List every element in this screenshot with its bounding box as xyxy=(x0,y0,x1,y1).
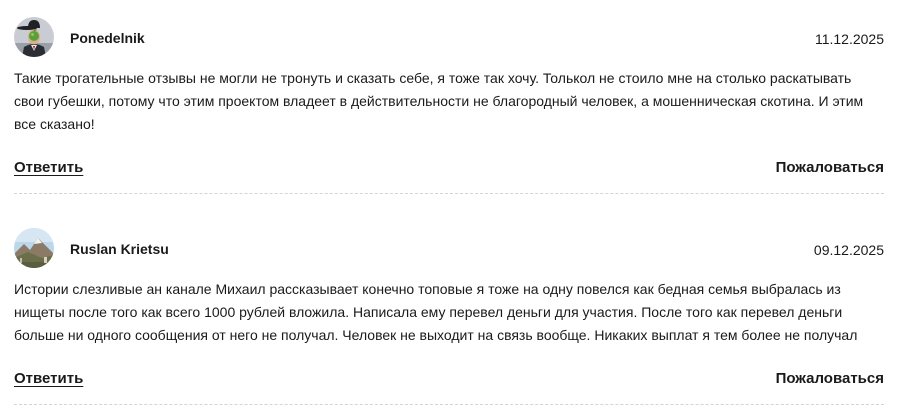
divider xyxy=(14,193,884,194)
avatar xyxy=(14,228,54,268)
comment-item: Ruslan Krietsu 09.12.2025 Истории слезли… xyxy=(14,228,884,405)
comment-actions: Ответить Пожаловаться xyxy=(14,159,884,181)
reply-button[interactable]: Ответить xyxy=(14,159,83,176)
comment-author: Ponedelnik xyxy=(70,30,145,46)
comment-date: 09.12.2025 xyxy=(813,242,884,258)
man-bowler-hat-icon xyxy=(14,17,54,57)
landscape-photo-icon xyxy=(14,228,54,268)
comment-header: Ponedelnik 11.12.2025 xyxy=(14,17,884,59)
report-button[interactable]: Пожаловаться xyxy=(776,370,884,387)
report-button[interactable]: Пожаловаться xyxy=(776,159,884,176)
comment-text: Такие трогательные отзывы не могли не тр… xyxy=(14,70,864,132)
divider xyxy=(14,404,884,405)
comment-date: 11.12.2025 xyxy=(814,31,884,47)
comment-item: Ponedelnik 11.12.2025 Такие трогательные… xyxy=(14,17,884,194)
reply-button[interactable]: Ответить xyxy=(14,370,83,387)
comment-actions: Ответить Пожаловаться xyxy=(14,370,884,392)
comment-author: Ruslan Krietsu xyxy=(70,241,169,257)
comments-list: Ponedelnik 11.12.2025 Такие трогательные… xyxy=(0,0,898,412)
avatar xyxy=(14,17,54,57)
comment-text: Истории слезливые ан канале Михаил расск… xyxy=(14,281,858,343)
comment-header: Ruslan Krietsu 09.12.2025 xyxy=(14,228,884,270)
